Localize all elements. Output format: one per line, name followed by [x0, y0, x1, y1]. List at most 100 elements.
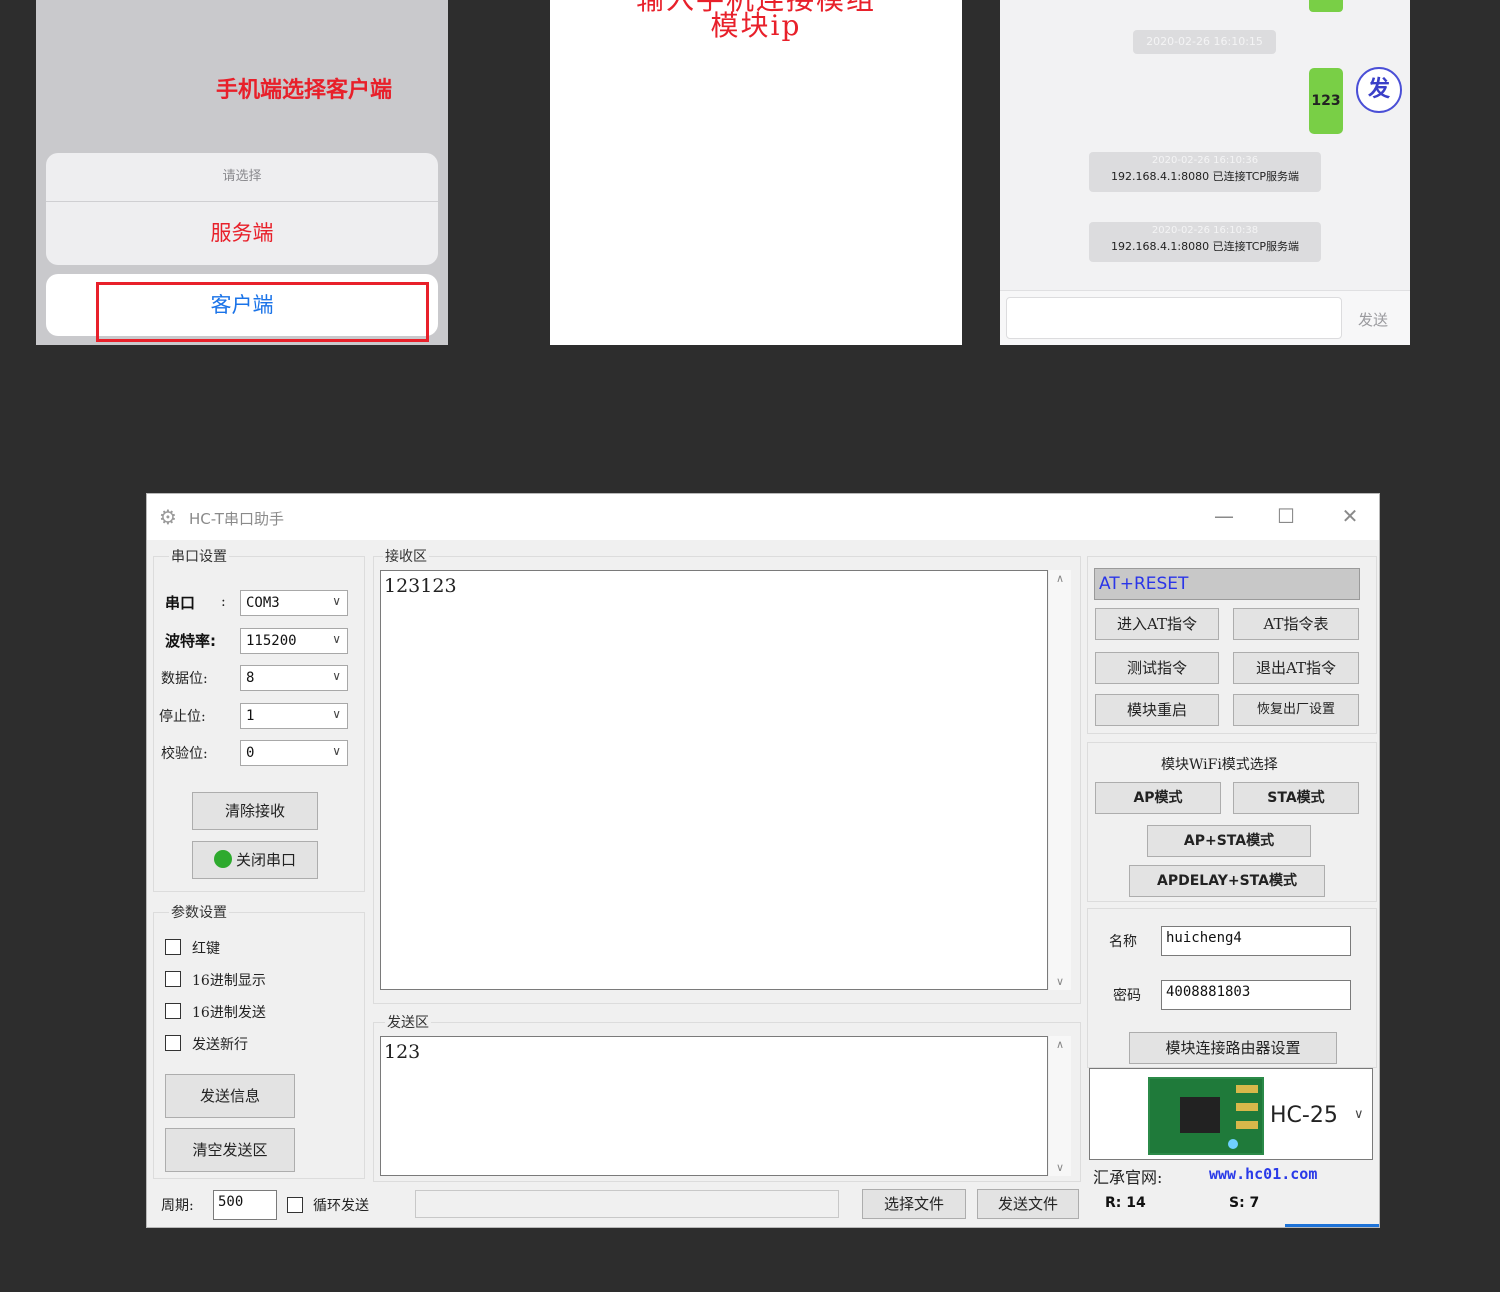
phone-screenshot-role-select: 手机端选择客户端 请选择 服务端 客户端 — [36, 0, 448, 345]
chevron-down-icon: ∨ — [332, 594, 341, 608]
databits-select[interactable]: 8 ∨ — [240, 665, 348, 691]
action-sheet: 请选择 服务端 — [46, 153, 438, 265]
progress-bar — [1285, 1224, 1379, 1227]
checkbox-loop-send[interactable] — [287, 1197, 303, 1213]
checkbox-label: 16进制显示 — [192, 973, 266, 989]
at-list-button[interactable]: AT指令表 — [1233, 608, 1359, 640]
at-command-field[interactable]: AT+RESET — [1094, 568, 1360, 600]
caption-select-client: 手机端选择客户端 — [216, 78, 393, 103]
clear-send-button[interactable]: 清空发送区 — [165, 1128, 295, 1172]
scroll-down-icon[interactable]: ∨ — [1049, 1161, 1071, 1174]
checkbox-red-key[interactable] — [165, 939, 181, 955]
system-message-text: 192.168.4.1:8080 已连接TCP服务端 — [1110, 240, 1300, 253]
factory-reset-button[interactable]: 恢复出厂设置 — [1233, 694, 1359, 726]
close-port-label: 关闭串口 — [235, 851, 296, 869]
port-label: 串口 — [165, 594, 196, 612]
system-message-time: 2020-02-26 16:10:36 — [1151, 155, 1259, 166]
chevron-down-icon: ∨ — [1354, 1107, 1364, 1122]
antenna-shape — [1236, 1121, 1258, 1129]
parity-select[interactable]: 0 ∨ — [240, 740, 348, 766]
router-connect-button[interactable]: 模块连接路由器设置 — [1129, 1032, 1337, 1064]
wifi-mode-label: 模块WiFi模式选择 — [1161, 757, 1278, 773]
databits-label: 数据位: — [161, 671, 208, 687]
file-path-field[interactable] — [415, 1190, 839, 1218]
tx-count: S: 7 — [1229, 1195, 1260, 1211]
stopbits-value: 1 — [246, 708, 255, 724]
highlight-box — [96, 282, 429, 342]
receive-content: 123123 — [384, 575, 457, 597]
send-label: 发送区 — [385, 1012, 431, 1032]
window-title: HC-T串口助手 — [189, 510, 284, 528]
message-bubble: 123 — [1309, 68, 1343, 134]
parity-label: 校验位: — [161, 746, 208, 762]
exit-at-button[interactable]: 退出AT指令 — [1233, 652, 1359, 684]
ssid-input[interactable]: huicheng4 — [1161, 926, 1351, 956]
apdelay-sta-mode-button[interactable]: APDELAY+STA模式 — [1129, 865, 1325, 897]
ap-mode-button[interactable]: AP模式 — [1095, 782, 1221, 814]
chevron-down-icon: ∨ — [332, 632, 341, 646]
chip-shape — [1180, 1097, 1220, 1133]
site-link[interactable]: www.hc01.com — [1209, 1165, 1317, 1183]
module-model: HC-25 — [1270, 1103, 1338, 1128]
send-scrollbar[interactable]: ∧ ∨ — [1049, 1036, 1071, 1176]
module-select[interactable]: HC-25 ∨ — [1089, 1068, 1373, 1160]
baud-select[interactable]: 115200 ∨ — [240, 628, 348, 654]
checkbox-send-newline[interactable] — [165, 1035, 181, 1051]
option-server[interactable]: 服务端 — [46, 202, 438, 265]
scroll-up-icon[interactable]: ∧ — [1049, 572, 1071, 585]
password-label: 密码 — [1113, 988, 1141, 1004]
period-label: 周期: — [161, 1198, 194, 1214]
system-message: 2020-02-26 16:10:36 192.168.4.1:8080 已连接… — [1089, 152, 1321, 192]
port-select[interactable]: COM3 ∨ — [240, 590, 348, 616]
receive-label: 接收区 — [383, 546, 429, 566]
status-indicator-icon — [213, 850, 232, 868]
checkbox-hex-display[interactable] — [165, 971, 181, 987]
send-textarea[interactable]: 123 — [380, 1036, 1048, 1176]
chevron-down-icon: ∨ — [332, 744, 341, 758]
checkbox-hex-send[interactable] — [165, 1003, 181, 1019]
period-input[interactable]: 500 — [213, 1190, 277, 1220]
receive-scrollbar[interactable]: ∧ ∨ — [1049, 570, 1071, 990]
sta-mode-button[interactable]: STA模式 — [1233, 782, 1359, 814]
select-file-button[interactable]: 选择文件 — [862, 1189, 966, 1219]
module-board-image — [1148, 1077, 1264, 1155]
chat-input[interactable] — [1006, 297, 1342, 339]
loop-send-label: 循环发送 — [313, 1198, 369, 1214]
close-button[interactable]: ✕ — [1335, 504, 1365, 528]
baud-label: 波特率: — [165, 632, 216, 650]
parity-value: 0 — [246, 745, 255, 761]
ap-sta-mode-button[interactable]: AP+STA模式 — [1147, 825, 1311, 857]
databits-value: 8 — [246, 670, 255, 686]
clear-receive-button[interactable]: 清除接收 — [192, 792, 318, 830]
test-command-button[interactable]: 测试指令 — [1095, 652, 1219, 684]
maximize-button[interactable]: ☐ — [1271, 504, 1301, 528]
checkbox-label: 发送新行 — [192, 1037, 248, 1053]
name-label: 名称 — [1109, 934, 1137, 950]
minimize-button[interactable]: — — [1209, 504, 1239, 528]
enter-at-button[interactable]: 进入AT指令 — [1095, 608, 1219, 640]
receive-textarea[interactable]: 123123 — [380, 570, 1048, 990]
params-label: 参数设置 — [169, 902, 229, 922]
scroll-up-icon[interactable]: ∧ — [1049, 1038, 1071, 1051]
system-message-time: 2020-02-26 16:10:38 — [1151, 225, 1259, 236]
module-restart-button[interactable]: 模块重启 — [1095, 694, 1219, 726]
system-message-text: 192.168.4.1:8080 已连接TCP服务端 — [1110, 170, 1300, 183]
antenna-shape — [1236, 1103, 1258, 1111]
site-label: 汇承官网: — [1093, 1168, 1163, 1187]
chat-input-bar: 发送 — [1000, 290, 1410, 345]
gear-icon: ⚙ — [159, 505, 177, 529]
send-content: 123 — [384, 1041, 421, 1063]
port-colon: : — [221, 594, 226, 610]
title-bar: ⚙ HC-T串口助手 — ☐ ✕ — [147, 494, 1379, 540]
password-input[interactable]: 4008881803 — [1161, 980, 1351, 1010]
send-file-button[interactable]: 发送文件 — [977, 1189, 1079, 1219]
stopbits-label: 停止位: — [159, 709, 206, 725]
checkbox-label: 红键 — [192, 941, 220, 957]
send-message-button[interactable]: 发送信息 — [165, 1074, 295, 1118]
serial-settings-label: 串口设置 — [169, 546, 229, 566]
send-button[interactable]: 发送 — [1358, 309, 1388, 330]
close-port-button[interactable]: 关闭串口 — [192, 841, 318, 879]
scroll-down-icon[interactable]: ∨ — [1049, 975, 1071, 988]
stopbits-select[interactable]: 1 ∨ — [240, 703, 348, 729]
serial-assistant-window: ⚙ HC-T串口助手 — ☐ ✕ 串口设置 串口 : COM3 ∨ 波特率: 1… — [146, 493, 1380, 1228]
